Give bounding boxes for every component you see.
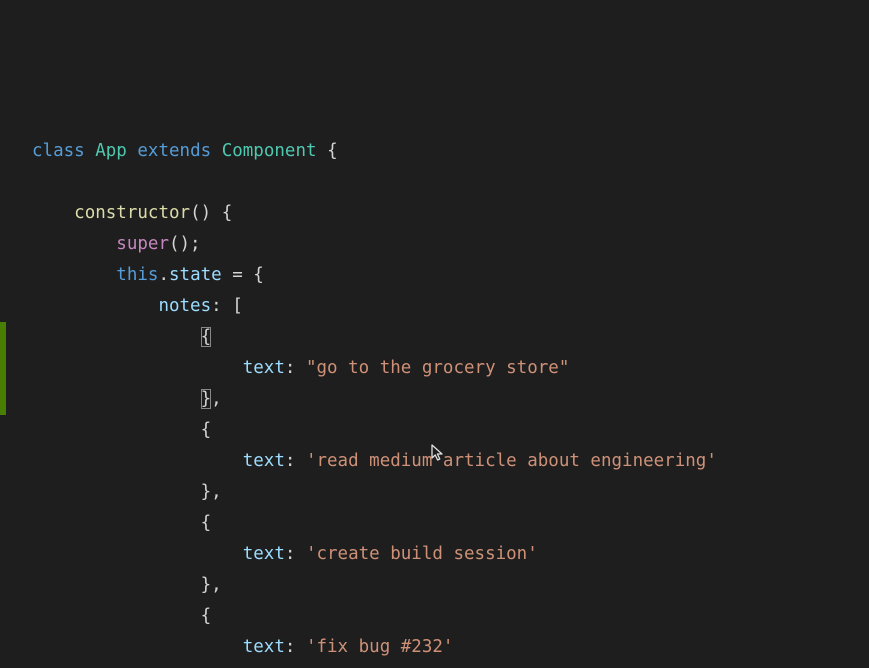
- prop-text: text: [243, 358, 285, 378]
- prop-text: text: [243, 451, 285, 471]
- string-note-2: 'read medium article about engineering': [306, 451, 717, 471]
- string-note-1: "go to the grocery store": [306, 358, 569, 378]
- colon-bracket: : [: [211, 296, 243, 316]
- colon: :: [285, 451, 306, 471]
- keyword-class: class: [32, 141, 85, 161]
- colon: :: [285, 358, 306, 378]
- brace-open: {: [201, 420, 212, 440]
- brace-open: {: [201, 606, 212, 626]
- parens: (): [190, 203, 211, 223]
- dot: .: [158, 265, 169, 285]
- prop-text: text: [243, 544, 285, 564]
- super-tail: ();: [169, 234, 201, 254]
- brace-close-match: }: [201, 389, 212, 409]
- brace-open-match: {: [201, 327, 212, 347]
- gutter-change-marker: [0, 322, 6, 415]
- keyword-super: super: [116, 234, 169, 254]
- keyword-extends: extends: [137, 141, 211, 161]
- fn-constructor: constructor: [74, 203, 190, 223]
- prop-text: text: [243, 637, 285, 657]
- brace-close-comma: },: [201, 575, 222, 595]
- keyword-this: this: [116, 265, 158, 285]
- prop-state: state: [169, 265, 222, 285]
- string-note-4: 'fix bug #232': [306, 637, 454, 657]
- colon: :: [285, 544, 306, 564]
- assign: = {: [222, 265, 264, 285]
- code-editor[interactable]: class App extends Component { constructo…: [0, 0, 869, 668]
- brace-close-comma: },: [201, 482, 222, 502]
- string-note-3: 'create build session': [306, 544, 538, 564]
- brace-open: {: [201, 513, 212, 533]
- brace-open: {: [327, 141, 338, 161]
- class-name-component: Component: [222, 141, 317, 161]
- code-content: class App extends Component { constructo…: [0, 124, 869, 668]
- colon: :: [285, 637, 306, 657]
- class-name-app: App: [95, 141, 127, 161]
- prop-notes: notes: [158, 296, 211, 316]
- brace-open: {: [222, 203, 233, 223]
